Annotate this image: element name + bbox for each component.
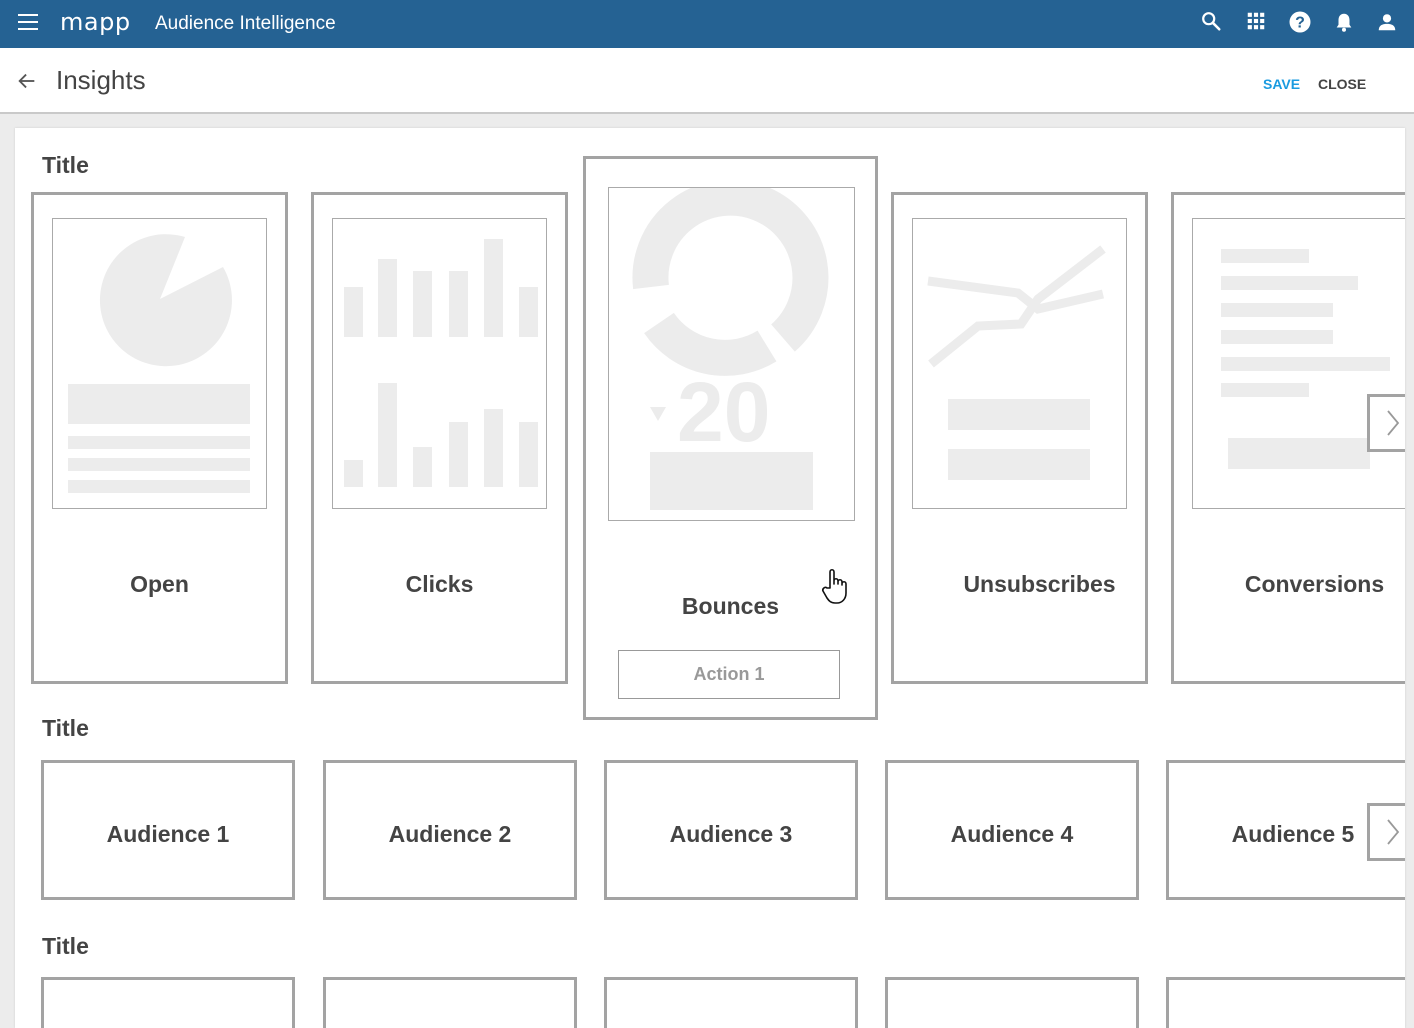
donut-kpi-thumbnail: 20 — [608, 187, 855, 521]
apps-grid-icon[interactable] — [1245, 10, 1269, 36]
audience-label: Audience 3 — [669, 821, 793, 847]
help-icon[interactable]: ? — [1288, 10, 1312, 36]
insight-card-bounces[interactable]: 20 Bounces Action 1 — [583, 156, 878, 720]
audience-label: Audience 1 — [106, 821, 230, 847]
section-title: Title — [42, 152, 89, 178]
close-button[interactable]: CLOSE — [1318, 76, 1366, 92]
menu-icon[interactable] — [18, 14, 38, 30]
carousel-next-button[interactable] — [1367, 803, 1405, 861]
card-label: Clicks — [405, 571, 474, 597]
back-arrow-icon[interactable] — [16, 70, 38, 92]
insight-card-open[interactable]: Open — [31, 192, 288, 684]
card-label: Conversions — [1244, 571, 1385, 597]
card-placeholder[interactable] — [41, 977, 295, 1028]
insights-content-panel: Title Open Clicks 20 Bounces Action 1 Un… — [15, 128, 1405, 1028]
page-header: Insights SAVE CLOSE — [0, 48, 1414, 114]
search-icon[interactable] — [1200, 10, 1224, 36]
account-icon[interactable] — [1376, 10, 1400, 36]
audience-label: Audience 2 — [388, 821, 512, 847]
kpi-value: 20 — [677, 365, 770, 459]
bar-chart-thumbnail — [332, 218, 547, 509]
top-app-bar: mapp Audience Intelligence ? — [0, 0, 1414, 48]
pie-chart-thumbnail — [52, 218, 267, 509]
audience-card[interactable]: Audience 2 — [323, 760, 577, 900]
action-1-button[interactable]: Action 1 — [618, 650, 840, 699]
section-title: Title — [42, 715, 89, 741]
page-title: Insights — [56, 65, 146, 95]
audience-card[interactable]: Audience 4 — [885, 760, 1139, 900]
audience-label: Audience 4 — [950, 821, 1074, 847]
hand-cursor-icon — [820, 566, 854, 606]
card-placeholder[interactable] — [1166, 977, 1405, 1028]
bell-icon[interactable] — [1333, 10, 1357, 36]
card-placeholder[interactable] — [885, 977, 1139, 1028]
carousel-next-button[interactable] — [1367, 394, 1405, 452]
app-logo[interactable]: mapp — [60, 8, 131, 36]
card-placeholder[interactable] — [604, 977, 858, 1028]
card-placeholder[interactable] — [323, 977, 577, 1028]
insight-card-unsubscribes[interactable]: Unsubscribes — [891, 192, 1148, 684]
save-button[interactable]: SAVE — [1263, 76, 1300, 92]
app-title: Audience Intelligence — [155, 13, 336, 34]
svg-text:?: ? — [1295, 15, 1305, 32]
audience-card[interactable]: Audience 3 — [604, 760, 858, 900]
audience-card[interactable]: Audience 1 — [41, 760, 295, 900]
line-chart-thumbnail — [912, 218, 1127, 509]
card-label: Open — [130, 571, 189, 597]
card-label: Unsubscribes — [963, 571, 1116, 597]
section-title: Title — [42, 933, 89, 959]
insight-card-clicks[interactable]: Clicks — [311, 192, 568, 684]
text-list-thumbnail — [1192, 218, 1405, 509]
